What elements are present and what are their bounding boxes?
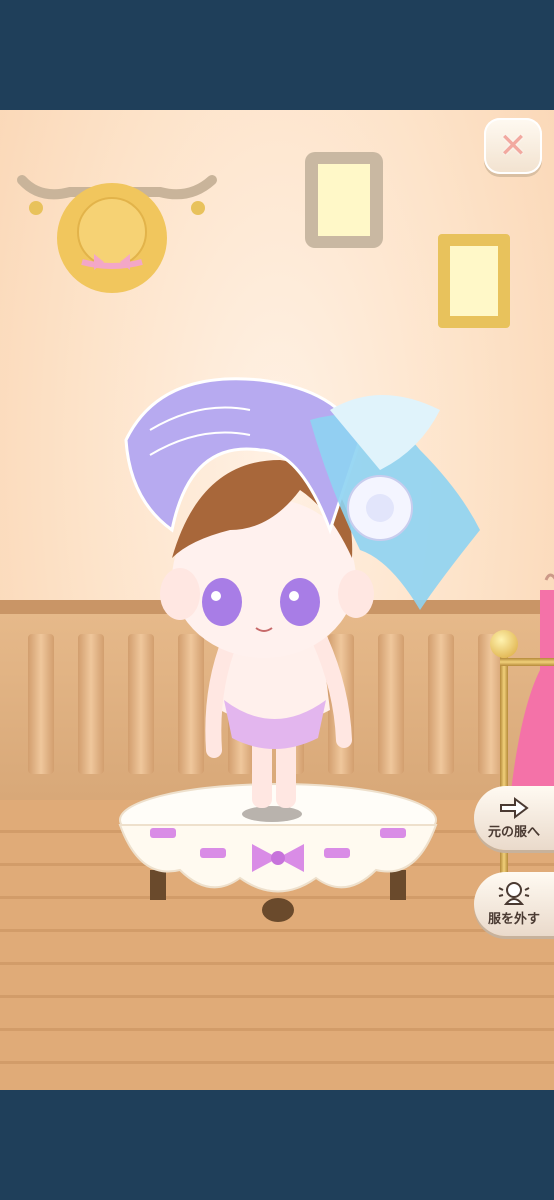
character-silhouette-icon	[498, 881, 530, 905]
dress-up-room-scene	[0, 110, 554, 1090]
avatar-character	[124, 377, 480, 808]
pedestal	[118, 783, 438, 922]
remove-clothes-button[interactable]: 服を外す	[474, 872, 554, 936]
restore-outfit-label: 元の服へ	[487, 824, 540, 840]
avatar-stage	[118, 377, 480, 922]
restore-outfit-button[interactable]: 元の服へ	[474, 786, 554, 850]
remove-clothes-label: 服を外す	[487, 911, 540, 927]
top-status-bar	[0, 0, 554, 110]
bottom-navigation-bar	[0, 1090, 554, 1200]
arrow-right-icon	[500, 796, 529, 819]
close-button[interactable]: ✕	[484, 118, 542, 174]
close-icon: ✕	[498, 126, 528, 166]
